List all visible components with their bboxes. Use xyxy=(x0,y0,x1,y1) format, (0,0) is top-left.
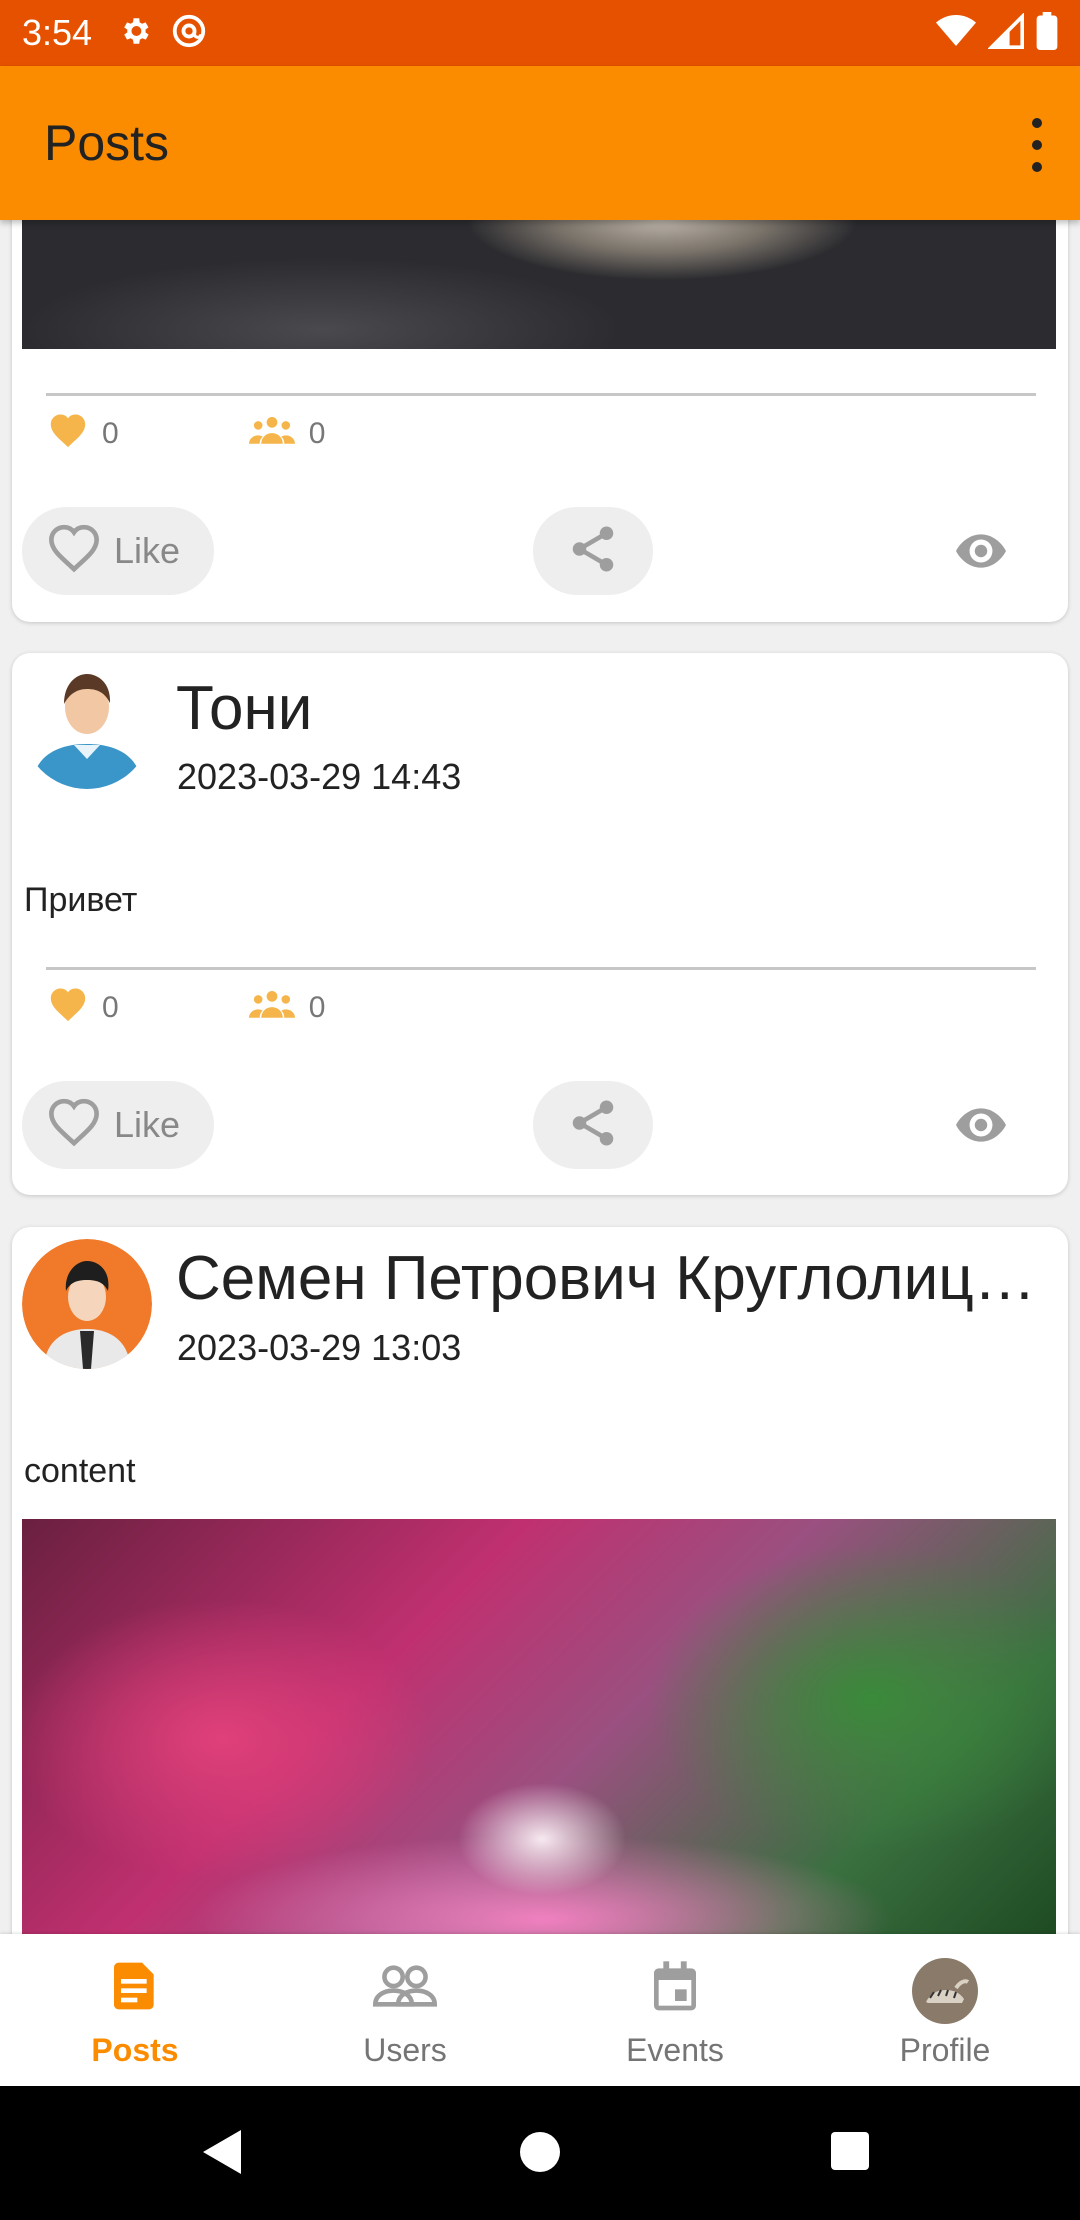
profile-avatar-icon xyxy=(912,1958,978,2029)
share-button[interactable] xyxy=(533,1081,653,1169)
system-navigation-bar xyxy=(0,2086,1080,2220)
heart-outline-icon xyxy=(46,521,102,582)
at-sign-icon xyxy=(170,12,208,55)
reposts-count: 0 xyxy=(308,417,326,450)
likes-count: 0 xyxy=(102,991,119,1024)
divider xyxy=(46,967,1036,970)
nav-events-label: Events xyxy=(626,2032,724,2068)
post-image[interactable] xyxy=(22,1519,1056,1934)
status-bar: 3:54 xyxy=(0,0,1080,66)
post-author[interactable]: Семен Петрович Круглолицый xyxy=(176,1243,1036,1314)
recent-apps-icon[interactable] xyxy=(831,2132,869,2170)
share-icon xyxy=(566,522,620,581)
people-group-icon xyxy=(248,416,295,452)
heart-filled-icon xyxy=(48,412,88,456)
like-label: Like xyxy=(114,1104,181,1145)
eye-icon[interactable] xyxy=(956,531,1006,576)
app-bar: Posts xyxy=(0,66,1080,220)
home-icon[interactable] xyxy=(520,2132,560,2172)
document-icon xyxy=(107,1958,163,2019)
post-actions: Like xyxy=(22,1081,1058,1171)
divider xyxy=(46,393,1036,396)
page-title: Posts xyxy=(44,115,170,171)
post-card: Семен Петрович Круглолицый 2023-03-29 13… xyxy=(12,1227,1068,1934)
like-button[interactable]: Like xyxy=(22,507,214,595)
post-actions: Like xyxy=(22,507,1058,597)
status-time: 3:54 xyxy=(22,12,93,53)
settings-gear-icon xyxy=(118,14,152,53)
post-content: Привет xyxy=(24,881,138,919)
post-date: 2023-03-29 13:03 xyxy=(177,1327,462,1368)
post-stats: 0 0 xyxy=(48,412,325,456)
wifi-icon xyxy=(936,13,976,54)
post-card: 0 0 Like xyxy=(12,220,1068,622)
nav-events[interactable]: Events xyxy=(540,1934,810,2086)
heart-filled-icon xyxy=(48,986,88,1030)
calendar-icon xyxy=(647,1958,703,2021)
like-label: Like xyxy=(114,530,181,571)
nav-users[interactable]: Users xyxy=(270,1934,540,2086)
battery-icon xyxy=(1036,12,1058,55)
nav-users-label: Users xyxy=(363,2032,447,2068)
post-card: Тони 2023-03-29 14:43 Привет 0 0 Like xyxy=(12,653,1068,1195)
nav-profile[interactable]: Profile xyxy=(810,1934,1080,2086)
back-icon[interactable] xyxy=(203,2130,241,2174)
likes-count: 0 xyxy=(102,417,119,450)
post-image[interactable] xyxy=(22,220,1056,349)
nav-profile-label: Profile xyxy=(899,2032,991,2068)
people-group-icon xyxy=(248,990,295,1026)
nav-posts-label: Posts xyxy=(91,2032,179,2068)
reposts-count: 0 xyxy=(308,991,326,1024)
posts-feed[interactable]: 0 0 Like Тони 2023-03-29 14:43 Привет 0 … xyxy=(0,220,1080,1934)
bottom-navigation: Posts Users Events Profile xyxy=(0,1934,1080,2086)
avatar[interactable] xyxy=(22,659,152,789)
post-stats: 0 0 xyxy=(48,986,325,1030)
post-content: content xyxy=(24,1452,136,1490)
eye-icon[interactable] xyxy=(956,1105,1006,1150)
share-icon xyxy=(566,1096,620,1155)
signal-icon xyxy=(987,12,1024,54)
post-date: 2023-03-29 14:43 xyxy=(177,756,462,797)
avatar[interactable] xyxy=(22,1239,152,1369)
nav-posts[interactable]: Posts xyxy=(0,1934,270,2086)
overflow-menu-icon[interactable] xyxy=(1028,118,1046,172)
heart-outline-icon xyxy=(46,1095,102,1156)
post-author[interactable]: Тони xyxy=(176,673,1036,744)
share-button[interactable] xyxy=(533,507,653,595)
like-button[interactable]: Like xyxy=(22,1081,214,1169)
users-icon xyxy=(372,1958,438,2019)
